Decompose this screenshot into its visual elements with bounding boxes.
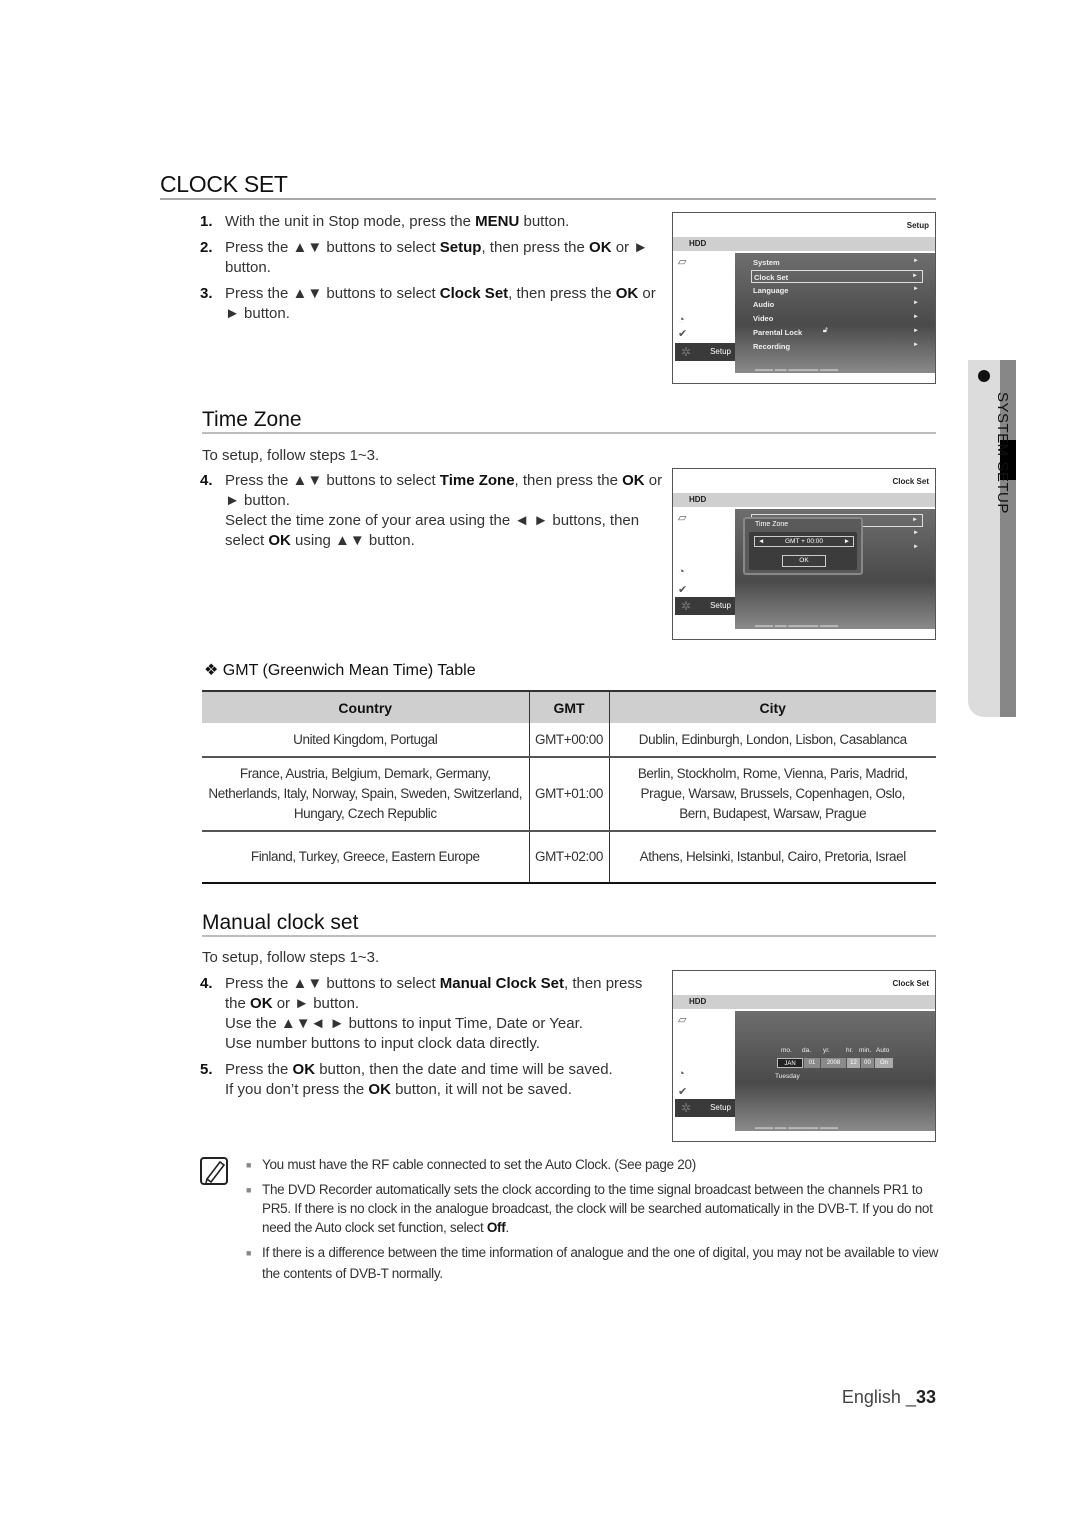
auto-field[interactable]: On [875, 1058, 893, 1068]
gmt-cell: GMT+00:00 [528, 723, 609, 758]
left-arrow-icon: ◄ [758, 538, 765, 545]
time-zone-divider [202, 432, 936, 434]
menu-item-clock-set[interactable]: Clock Set ► [751, 270, 923, 283]
menu-item-system[interactable]: System ► [751, 256, 923, 269]
table-row: France, Austria, Belgium, Demark, German… [202, 757, 936, 832]
bullet-icon: ■ [246, 1185, 252, 1195]
menu-item-recording[interactable]: Recording ► [751, 340, 923, 353]
month-field[interactable]: JAN [777, 1058, 803, 1068]
notes-section: ■ You must have the RF cable connected t… [200, 1155, 940, 1289]
step-1: 1. With the unit in Stop mode, press the… [200, 213, 570, 230]
setup-tab: ✲ Setup [675, 1099, 735, 1117]
setup-tab: ✲ Setup [675, 343, 735, 361]
title-divider [160, 198, 936, 200]
chapter-side-tab: SYSTEM SETUP [968, 360, 1016, 717]
unlock-icon: 🔓︎ [823, 327, 828, 334]
time-zone-selector[interactable]: ◄ GMT + 00:00 ► [754, 536, 854, 547]
page-footer: English _33 [841, 1387, 936, 1407]
country-cell: United Kingdom, Portugal [202, 723, 529, 758]
source-bar: HDD [673, 237, 935, 251]
step-4: 4. Press the ▲▼ buttons to select Manual… [200, 975, 643, 1052]
country-cell: Finland, Turkey, Greece, Eastern Europe [202, 831, 529, 884]
source-bar: HDD [673, 995, 935, 1009]
step-2: 2. Press the ▲▼ buttons to select Setup,… [200, 239, 649, 276]
city-cell: Dublin, Edinburgh, London, Lisbon, Casab… [608, 723, 936, 758]
menu-item-parental-lock[interactable]: Parental Lock 🔓︎ ► [751, 326, 923, 339]
gmt-table: Country GMT City United Kingdom, Portuga… [202, 690, 936, 884]
time-zone-heading: Time Zone [202, 408, 302, 431]
folder-icon: ▱ [678, 256, 687, 268]
manual-clock-divider [202, 935, 936, 937]
page-number: 33 [915, 1387, 936, 1407]
disc-check-icon: ✔ [678, 584, 688, 596]
bullet-icon: ■ [246, 1160, 252, 1170]
ok-button[interactable]: OK [782, 555, 826, 567]
osd-footer-hints: ▬▬▬ ▬▬ ▬▬▬▬▬ ▬▬▬ [755, 623, 839, 627]
city-cell: Athens, Helsinki, Istanbul, Cairo, Preto… [608, 831, 936, 884]
hour-field[interactable]: 12 [847, 1058, 860, 1068]
gear-icon: ✲ [681, 599, 692, 613]
table-row: United Kingdom, Portugal GMT+00:00 Dubli… [202, 723, 936, 758]
time-zone-intro: To setup, follow steps 1~3. [202, 447, 380, 464]
note-item: ■ You must have the RF cable connected t… [200, 1155, 940, 1175]
osd-footer-hints: ▬▬▬ ▬▬ ▬▬▬▬▬ ▬▬▬ [755, 1125, 839, 1129]
osd-footer-hints: ▬▬▬ ▬▬ ▬▬▬▬▬ ▬▬▬ [755, 367, 839, 371]
folder-icon: ▱ [678, 512, 687, 524]
note-item: ■ The DVD Recorder automatically sets th… [246, 1182, 933, 1235]
timer-icon: ◔ [678, 314, 685, 326]
gmt-table-heading: ❖ GMT (Greenwich Mean Time) Table [204, 662, 476, 679]
time-zone-steps: 4. Press the ▲▼ buttons to select Time Z… [200, 471, 665, 557]
day-field[interactable]: 01 [804, 1058, 820, 1068]
table-row: Finland, Turkey, Greece, Eastern Europe … [202, 831, 936, 884]
manual-clock-heading: Manual clock set [202, 911, 359, 934]
timer-icon: ◔ [678, 1068, 685, 1080]
disc-check-icon: ✔ [678, 328, 688, 340]
gmt-cell: GMT+01:00 [528, 757, 609, 832]
menu-item-video[interactable]: Video ► [751, 312, 923, 325]
bullet-dot-icon [978, 370, 990, 382]
column-header-gmt: GMT [528, 690, 609, 723]
menu-item-language[interactable]: Language ► [751, 284, 923, 297]
step-4: 4. Press the ▲▼ buttons to select Time Z… [200, 472, 663, 549]
menu-item-audio[interactable]: Audio ► [751, 298, 923, 311]
time-zone-popup: Time Zone ◄ GMT + 00:00 ► OK [743, 517, 863, 575]
source-bar: HDD [673, 493, 935, 507]
gmt-cell: GMT+02:00 [528, 831, 609, 884]
weekday-label: Tuesday [775, 1073, 800, 1080]
city-cell: Berlin, Stockholm, Rome, Vienna, Paris, … [608, 757, 936, 832]
setup-tab: ✲ Setup [675, 597, 735, 615]
column-header-city: City [608, 690, 936, 723]
year-field[interactable]: 2008 [821, 1058, 846, 1068]
page-title: CLOCK SET [160, 171, 288, 197]
clock-set-panel: ► ► ► Time Zone ◄ GMT + 00:00 ► OK ▬▬▬ ▬… [735, 509, 935, 629]
column-header-country: Country [202, 690, 529, 723]
gear-icon: ✲ [681, 1101, 692, 1115]
osd-setup-screen: Setup HDD ▱ ◔ ✔ ✲ Setup System ► Clock Set… [672, 212, 936, 384]
chapter-label: SYSTEM SETUP [994, 392, 1011, 514]
manual-clock-intro: To setup, follow steps 1~3. [202, 949, 380, 966]
disc-check-icon: ✔ [678, 1086, 688, 1098]
country-cell: France, Austria, Belgium, Demark, German… [202, 757, 529, 832]
note-item: ■ If there is a difference between the t… [200, 1242, 940, 1284]
setup-menu-panel: System ► Clock Set ► Language ► Audio ► Vide… [735, 253, 935, 373]
step-3: 3. Press the ▲▼ buttons to select Clock … [200, 285, 656, 322]
intro-steps: 1. With the unit in Stop mode, press the… [200, 212, 665, 330]
minute-field[interactable]: 00 [861, 1058, 874, 1068]
manual-clock-steps: 4. Press the ▲▼ buttons to select Manual… [200, 974, 665, 1106]
bullet-icon: ■ [246, 1248, 252, 1258]
right-arrow-icon: ► [843, 538, 850, 545]
manual-clock-panel: mo. da. yr. hr. min. Auto JAN 01 2008 12… [735, 1011, 935, 1131]
step-5: 5. Press the OK button, then the date an… [200, 1061, 613, 1098]
timer-icon: ◔ [678, 566, 685, 578]
osd-time-zone-screen: Clock Set HDD ▱ ◔ ✔ ✲ Setup ► ► ► Time Zo… [672, 468, 936, 640]
gear-icon: ✲ [681, 345, 692, 359]
folder-icon: ▱ [678, 1014, 687, 1026]
osd-manual-clock-screen: Clock Set HDD ▱ ◔ ✔ ✲ Setup mo. da. yr. h… [672, 970, 936, 1142]
